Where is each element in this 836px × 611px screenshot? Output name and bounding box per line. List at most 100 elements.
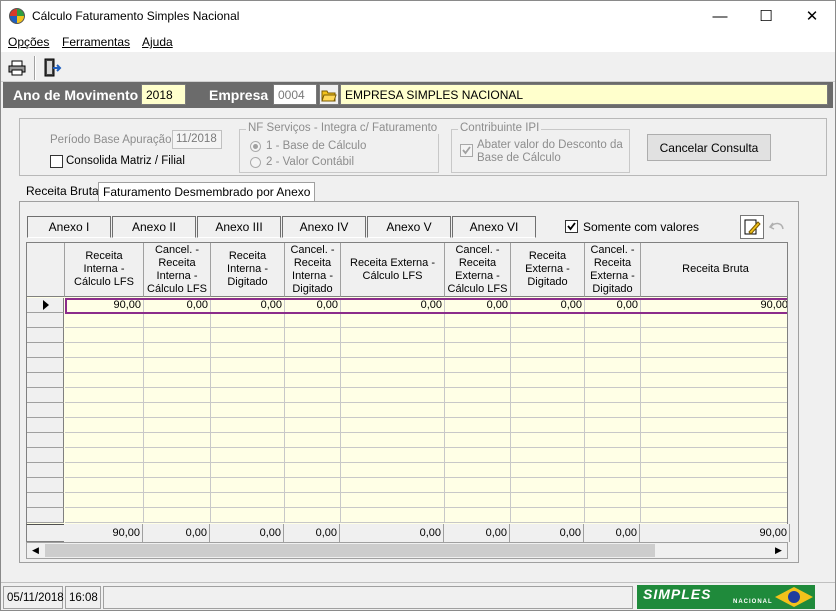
anexo-1-tab[interactable]: Anexo I <box>27 216 111 238</box>
grid-cell[interactable]: 0,00 <box>511 298 585 313</box>
empty-grid-cell[interactable] <box>144 373 211 388</box>
col-header-cancel-externa-lfs[interactable]: Cancel. - Receita Externa - Cálculo LFS <box>445 243 511 297</box>
empty-grid-cell[interactable] <box>511 313 585 328</box>
empty-grid-cell[interactable] <box>144 358 211 373</box>
scroll-left-icon[interactable]: ◀ <box>27 543 44 558</box>
empty-grid-cell[interactable] <box>211 418 285 433</box>
empty-grid-cell[interactable] <box>211 508 285 523</box>
col-header-receita-interna-digitado[interactable]: Receita Interna - Digitado <box>211 243 285 297</box>
empty-grid-cell[interactable] <box>285 328 341 343</box>
tab-receita-bruta[interactable]: Receita Bruta <box>22 182 103 201</box>
row-indicator[interactable] <box>27 508 64 523</box>
empty-grid-cell[interactable] <box>445 493 511 508</box>
empty-grid-cell[interactable] <box>144 508 211 523</box>
empty-grid-cell[interactable] <box>641 478 787 493</box>
empresa-code-input[interactable]: 0004 <box>273 84 317 105</box>
empty-grid-cell[interactable] <box>511 463 585 478</box>
ipi-checkbox[interactable] <box>460 144 473 157</box>
empty-grid-cell[interactable] <box>144 433 211 448</box>
empty-grid-cell[interactable] <box>144 403 211 418</box>
empty-grid-cell[interactable] <box>445 433 511 448</box>
empty-grid-cell[interactable] <box>144 463 211 478</box>
empty-grid-cell[interactable] <box>511 358 585 373</box>
empty-grid-cell[interactable] <box>285 448 341 463</box>
empty-grid-cell[interactable] <box>511 388 585 403</box>
grid-cell[interactable]: 0,00 <box>211 298 285 313</box>
empty-grid-cell[interactable] <box>641 418 787 433</box>
nf-option2-radio[interactable] <box>250 157 261 168</box>
empty-grid-cell[interactable] <box>641 508 787 523</box>
empty-grid-cell[interactable] <box>341 388 445 403</box>
somente-checkbox[interactable] <box>565 220 578 233</box>
row-indicator[interactable] <box>27 433 64 448</box>
empty-grid-cell[interactable] <box>285 433 341 448</box>
empty-grid-cell[interactable] <box>144 478 211 493</box>
exit-door-icon[interactable] <box>41 57 63 79</box>
empty-grid-cell[interactable] <box>511 343 585 358</box>
empty-grid-cell[interactable] <box>341 328 445 343</box>
empty-grid-cell[interactable] <box>585 313 641 328</box>
empty-grid-cell[interactable] <box>585 403 641 418</box>
row-indicator[interactable] <box>27 388 64 403</box>
empty-grid-cell[interactable] <box>511 418 585 433</box>
empty-grid-cell[interactable] <box>445 373 511 388</box>
empty-grid-cell[interactable] <box>65 433 144 448</box>
nf-option1-radio[interactable] <box>250 141 261 152</box>
empty-grid-cell[interactable] <box>511 433 585 448</box>
scroll-right-icon[interactable]: ▶ <box>770 543 787 558</box>
empty-grid-cell[interactable] <box>285 388 341 403</box>
empty-grid-cell[interactable] <box>641 328 787 343</box>
empty-grid-cell[interactable] <box>211 343 285 358</box>
grid-cell[interactable]: 90,00 <box>65 298 144 313</box>
empty-grid-cell[interactable] <box>211 328 285 343</box>
empty-grid-cell[interactable] <box>285 508 341 523</box>
empty-grid-cell[interactable] <box>511 328 585 343</box>
empty-grid-cell[interactable] <box>144 313 211 328</box>
empty-grid-cell[interactable] <box>144 448 211 463</box>
anexo-5-tab[interactable]: Anexo V <box>367 216 451 238</box>
col-header-receita-interna-lfs[interactable]: Receita Interna - Cálculo LFS <box>65 243 144 297</box>
empty-grid-cell[interactable] <box>511 403 585 418</box>
row-indicator[interactable] <box>27 328 64 343</box>
empty-grid-cell[interactable] <box>65 343 144 358</box>
maximize-button[interactable]: ☐ <box>743 1 789 31</box>
cancelar-consulta-button[interactable]: Cancelar Consulta <box>647 134 771 161</box>
col-header-cancel-externa-digitado[interactable]: Cancel. - Receita Externa - Digitado <box>585 243 641 297</box>
horizontal-scrollbar[interactable]: ◀ ▶ <box>26 542 788 559</box>
empty-grid-cell[interactable] <box>641 343 787 358</box>
empty-grid-cell[interactable] <box>285 478 341 493</box>
empty-grid-cell[interactable] <box>285 403 341 418</box>
empty-grid-cell[interactable] <box>641 433 787 448</box>
empty-grid-cell[interactable] <box>511 373 585 388</box>
empty-grid-cell[interactable] <box>65 478 144 493</box>
empty-grid-cell[interactable] <box>445 463 511 478</box>
grid-cell[interactable]: 90,00 <box>641 298 787 313</box>
empty-grid-cell[interactable] <box>445 313 511 328</box>
empty-grid-cell[interactable] <box>211 448 285 463</box>
empty-grid-cell[interactable] <box>144 388 211 403</box>
empty-grid-cell[interactable] <box>585 448 641 463</box>
empty-grid-cell[interactable] <box>341 493 445 508</box>
undo-icon[interactable] <box>766 216 788 238</box>
empty-grid-cell[interactable] <box>285 313 341 328</box>
empty-grid-cell[interactable] <box>585 433 641 448</box>
anexo-2-tab[interactable]: Anexo II <box>112 216 196 238</box>
anexo-4-tab[interactable]: Anexo IV <box>282 216 366 238</box>
empty-grid-cell[interactable] <box>144 328 211 343</box>
printer-icon[interactable] <box>6 57 28 79</box>
empty-grid-cell[interactable] <box>585 418 641 433</box>
empty-grid-cell[interactable] <box>211 388 285 403</box>
col-header-receita-bruta[interactable]: Receita Bruta <box>641 243 787 297</box>
col-header-cancel-interna-lfs[interactable]: Cancel. - Receita Interna - Cálculo LFS <box>144 243 211 297</box>
row-indicator[interactable] <box>27 478 64 493</box>
empty-grid-cell[interactable] <box>144 343 211 358</box>
anexo-6-tab[interactable]: Anexo VI <box>452 216 536 238</box>
empty-grid-cell[interactable] <box>641 313 787 328</box>
edit-note-icon[interactable] <box>740 215 764 239</box>
empty-grid-cell[interactable] <box>585 388 641 403</box>
row-indicator[interactable] <box>27 343 64 358</box>
empty-grid-cell[interactable] <box>65 493 144 508</box>
empty-grid-cell[interactable] <box>65 358 144 373</box>
empty-grid-cell[interactable] <box>65 448 144 463</box>
empty-grid-cell[interactable] <box>445 343 511 358</box>
